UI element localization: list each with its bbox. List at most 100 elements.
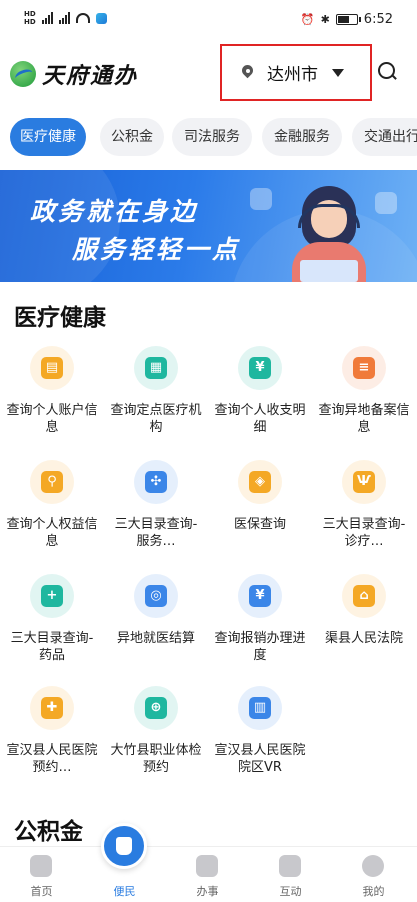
promo-banner[interactable]: 政务就在身边 服务轻轻一点 xyxy=(0,170,417,282)
nav-label: 便民 xyxy=(113,885,136,898)
service-item[interactable]: ▤ 查询个人账户信息 xyxy=(0,346,104,446)
service-glyph: Ѱ xyxy=(353,471,375,493)
vr-hospital-icon: ▥ xyxy=(238,686,282,730)
service-item[interactable]: Ѱ 三大目录查询-诊疗… xyxy=(312,460,416,560)
chat-bubble-icon xyxy=(250,188,272,210)
affairs-icon xyxy=(196,855,218,877)
city-label: 达州市 xyxy=(267,65,318,85)
tab-medical[interactable]: 医疗健康 xyxy=(10,118,86,156)
service-glyph: ▥ xyxy=(249,697,271,719)
service-glyph: ⊕ xyxy=(145,697,167,719)
nav-convenience[interactable]: 便民 xyxy=(83,823,166,902)
appointment-icon: ✚ xyxy=(30,686,74,730)
category-tabs: 医疗健康 公积金 司法服务 金融服务 交通出行 xyxy=(0,118,417,158)
interact-icon xyxy=(279,855,301,877)
signal-4g-icon xyxy=(58,12,70,24)
nav-home[interactable]: 首页 xyxy=(0,847,83,902)
service-glyph: ▤ xyxy=(41,357,63,379)
status-left: HD HD xyxy=(24,10,107,26)
service-label: 查询异地备案信息 xyxy=(318,403,410,435)
notification-app-icon xyxy=(95,12,107,24)
section-title-housing-fund: 公积金 xyxy=(14,819,83,845)
service-label: 查询个人账户信息 xyxy=(6,403,98,435)
nav-label: 首页 xyxy=(30,885,53,898)
rights-icon: ⚲ xyxy=(30,460,74,504)
service-item[interactable]: ▦ 查询定点医疗机构 xyxy=(104,346,208,446)
nav-label: 互动 xyxy=(279,885,302,898)
signal-icon xyxy=(41,12,53,24)
service-glyph: + xyxy=(41,585,63,607)
service-glyph: ¥ xyxy=(249,585,271,607)
logo-text: 天府通办 xyxy=(42,63,139,89)
service-item[interactable]: ▥ 宣汉县人民医院院区VR xyxy=(208,686,312,786)
app-logo: 天府通办 xyxy=(10,58,138,90)
shield-icon: ◈ xyxy=(238,460,282,504)
bluetooth-icon: ✱ xyxy=(320,13,330,26)
section-title-medical: 医疗健康 xyxy=(14,305,106,331)
service-label: 宣汉县人民医院预约… xyxy=(6,743,98,775)
court-icon: ⌂ xyxy=(342,574,386,618)
service-item[interactable]: ✚ 宣汉县人民医院预约… xyxy=(0,686,104,786)
nav-affairs[interactable]: 办事 xyxy=(166,847,249,902)
id-card-icon: ▤ xyxy=(30,346,74,390)
service-item[interactable]: + 三大目录查询-药品 xyxy=(0,574,104,674)
service-item[interactable]: ⌂ 渠县人民法院 xyxy=(312,574,416,674)
status-time: 6:52 xyxy=(363,12,393,27)
bottom-nav: 首页 便民 办事 互动 我的 xyxy=(0,823,417,902)
wifi-icon xyxy=(75,13,90,23)
home-icon xyxy=(30,855,52,877)
banner-line-2: 服务轻轻一点 xyxy=(72,235,241,264)
checkup-icon: ⊕ xyxy=(134,686,178,730)
service-item[interactable]: ◎ 异地就医结算 xyxy=(104,574,208,674)
service-label: 渠县人民法院 xyxy=(324,631,403,646)
service-label: 查询个人权益信息 xyxy=(6,517,98,549)
service-agent-illustration xyxy=(286,180,372,282)
service-item[interactable]: ¥ 查询报销办理进度 xyxy=(208,574,312,674)
service-label: 查询个人收支明细 xyxy=(214,403,306,435)
service-glyph: ⚲ xyxy=(41,471,63,493)
app-header: 天府通办 达州市 xyxy=(0,40,417,108)
service-label: 三大目录查询-服务… xyxy=(114,517,198,549)
settle-icon: ◎ xyxy=(134,574,178,618)
service-glyph: ≡ xyxy=(353,357,375,379)
service-label: 异地就医结算 xyxy=(116,631,195,646)
banner-line-1: 政务就在身边 xyxy=(30,197,199,226)
service-item[interactable]: ≡ 查询异地备案信息 xyxy=(312,346,416,446)
profile-icon xyxy=(362,855,384,877)
tab-housing-fund[interactable]: 公积金 xyxy=(100,118,164,156)
alarm-icon: ⏰ xyxy=(300,13,315,26)
stethoscope-icon: Ѱ xyxy=(342,460,386,504)
tab-finance[interactable]: 金融服务 xyxy=(262,118,342,156)
hd-indicator: HD HD xyxy=(24,10,36,26)
ledger-icon: ¥ xyxy=(238,346,282,390)
service-label: 医保查询 xyxy=(233,517,286,532)
logo-mark-icon xyxy=(10,61,36,87)
service-label: 查询定点医疗机构 xyxy=(110,403,202,435)
nav-profile[interactable]: 我的 xyxy=(332,847,415,902)
service-label: 三大目录查询-诊疗… xyxy=(322,517,406,549)
nav-label: 办事 xyxy=(196,885,219,898)
service-item[interactable]: ◈ 医保查询 xyxy=(208,460,312,560)
status-bar: HD HD ⏰ ✱ 6:52 xyxy=(0,0,417,40)
search-icon[interactable] xyxy=(378,62,398,82)
service-item[interactable]: ⊕ 大竹县职业体检预约 xyxy=(104,686,208,786)
apps-icon: ✣ xyxy=(134,460,178,504)
convenience-icon xyxy=(101,823,147,869)
reimburse-icon: ¥ xyxy=(238,574,282,618)
service-label: 查询报销办理进度 xyxy=(214,631,306,663)
service-item[interactable]: ⚲ 查询个人权益信息 xyxy=(0,460,104,560)
city-selector[interactable]: 达州市 xyxy=(220,44,372,101)
service-glyph: ▦ xyxy=(145,357,167,379)
service-label: 大竹县职业体检预约 xyxy=(110,743,202,775)
service-item[interactable]: ¥ 查询个人收支明细 xyxy=(208,346,312,446)
record-icon: ≡ xyxy=(342,346,386,390)
nav-interact[interactable]: 互动 xyxy=(249,847,332,902)
service-item[interactable]: ✣ 三大目录查询-服务… xyxy=(104,460,208,560)
service-label: 宣汉县人民医院院区VR xyxy=(214,743,306,775)
tab-judicial[interactable]: 司法服务 xyxy=(172,118,252,156)
service-glyph: ✣ xyxy=(145,471,167,493)
service-glyph: ⌂ xyxy=(353,585,375,607)
service-glyph: ✚ xyxy=(41,697,63,719)
tab-transport[interactable]: 交通出行 xyxy=(352,118,417,156)
medicine-icon: + xyxy=(30,574,74,618)
